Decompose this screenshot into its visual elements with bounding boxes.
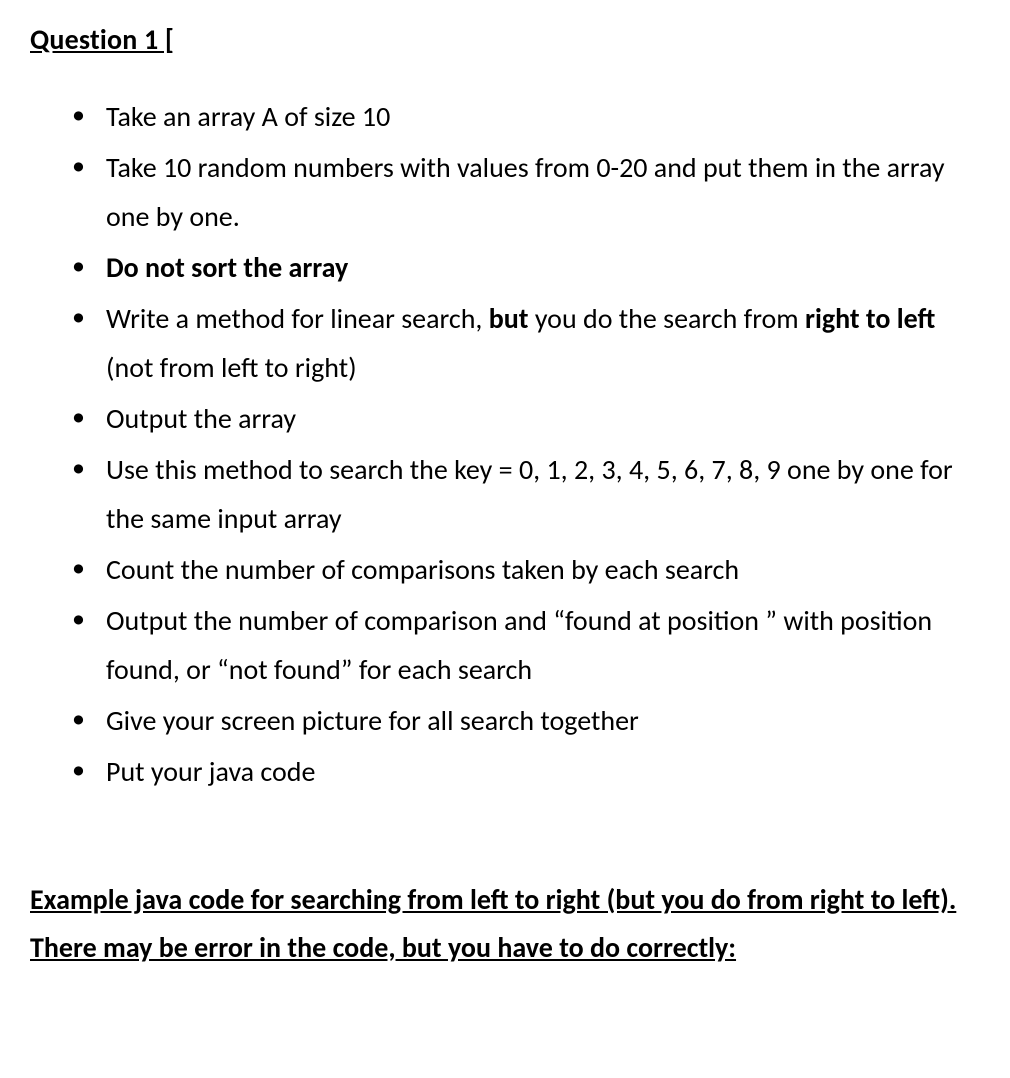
question-title: Question 1 [	[30, 15, 980, 64]
text: Write a method for linear search,	[106, 301, 489, 336]
instruction-list: Take an array A of size 10 Take 10 rando…	[30, 92, 980, 796]
list-item: Use this method to search the key = 0, 1…	[72, 445, 980, 543]
example-heading: Example java code for searching from lef…	[30, 876, 980, 971]
bold-text: but	[489, 301, 529, 336]
list-item: Count the number of comparisons taken by…	[72, 545, 980, 594]
bold-text: right to left	[805, 301, 935, 336]
list-item: Output the array	[72, 394, 980, 443]
text: you do the search from	[529, 301, 806, 336]
list-item: Take an array A of size 10	[72, 92, 980, 141]
list-item: Give your screen picture for all search …	[72, 696, 980, 745]
bold-text: Do not sort the array	[106, 250, 348, 285]
list-item: Do not sort the array	[72, 243, 980, 292]
list-item: Write a method for linear search, but yo…	[72, 294, 980, 392]
text: (not from left to right)	[106, 350, 357, 385]
list-item: Take 10 random numbers with values from …	[72, 143, 980, 241]
list-item: Output the number of comparison and “fou…	[72, 596, 980, 694]
list-item: Put your java code	[72, 747, 980, 796]
